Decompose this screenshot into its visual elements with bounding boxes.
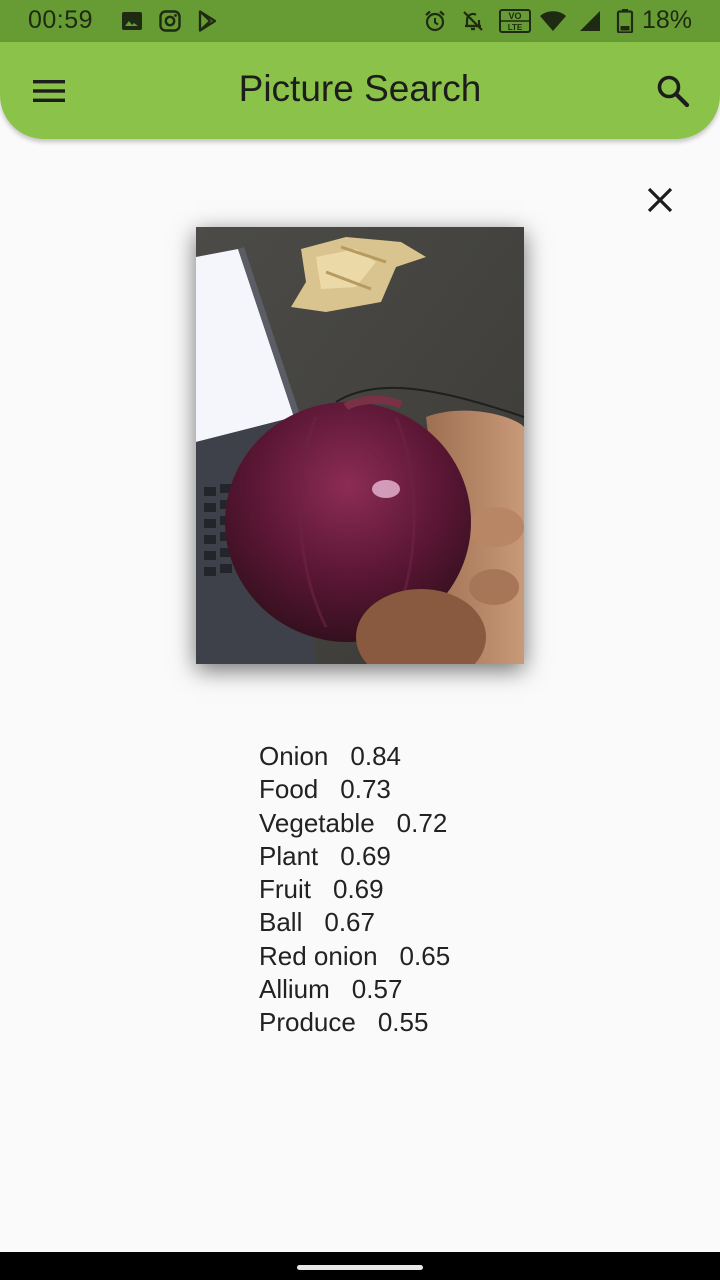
list-item: Vegetable 0.72 bbox=[259, 807, 450, 840]
list-item: Plant 0.69 bbox=[259, 840, 450, 873]
label-score: 0.65 bbox=[399, 940, 451, 971]
home-gesture-handle[interactable] bbox=[297, 1265, 423, 1270]
label-score: 0.69 bbox=[340, 840, 391, 871]
search-photo bbox=[196, 227, 524, 664]
label-name: Ball bbox=[259, 907, 303, 938]
search-button[interactable] bbox=[646, 64, 700, 118]
list-item: Produce 0.55 bbox=[259, 1006, 450, 1039]
label-score: 0.57 bbox=[351, 974, 403, 1005]
image-icon bbox=[122, 12, 142, 30]
label-score: 0.72 bbox=[396, 807, 448, 838]
label-score: 0.73 bbox=[340, 774, 391, 805]
volte-bottom-text: LTE bbox=[508, 23, 523, 32]
onion-photo-image bbox=[196, 227, 524, 664]
status-time: 00:59 bbox=[28, 6, 94, 34]
results-list: Onion 0.84 Food 0.73 Vegetable 0.72 Plant 0.… bbox=[259, 740, 450, 1040]
list-item: Ball 0.67 bbox=[259, 906, 450, 939]
label-name: Fruit bbox=[259, 874, 311, 905]
label-name: Plant bbox=[259, 840, 319, 871]
close-button[interactable] bbox=[634, 174, 686, 226]
label-score: 0.69 bbox=[333, 874, 384, 905]
label-score: 0.55 bbox=[377, 1007, 429, 1038]
notifications-off-icon bbox=[463, 11, 483, 31]
search-icon bbox=[657, 75, 690, 108]
label-name: Red onion bbox=[259, 940, 378, 971]
app-bar: Picture Search bbox=[0, 42, 720, 139]
list-item: Fruit 0.69 bbox=[259, 873, 450, 906]
label-score: 0.84 bbox=[350, 741, 401, 771]
screen: 00:59 VO LTE 18% Picture Search Onion 0.… bbox=[0, 0, 720, 1280]
label-score: 0.67 bbox=[324, 907, 375, 938]
label-name: Vegetable bbox=[259, 807, 375, 838]
battery-icon bbox=[616, 9, 634, 33]
list-item: Red onion 0.65 bbox=[259, 940, 450, 973]
list-item: Food 0.73 bbox=[259, 773, 450, 806]
close-icon bbox=[647, 187, 673, 213]
volte-top-text: VO bbox=[508, 11, 521, 21]
label-name: Allium bbox=[259, 974, 330, 1005]
play-store-icon bbox=[198, 10, 217, 32]
volte-icon: VO LTE bbox=[499, 9, 531, 33]
label-name: Food bbox=[259, 774, 319, 805]
alarm-icon bbox=[425, 10, 445, 32]
label-name: Produce bbox=[259, 1007, 356, 1038]
wifi-icon bbox=[540, 11, 566, 31]
system-nav-bar bbox=[0, 1252, 720, 1280]
signal-icon bbox=[580, 11, 600, 31]
page-title: Picture Search bbox=[238, 68, 482, 109]
battery-percent: 18% bbox=[641, 6, 692, 34]
list-item: Onion 0.84 bbox=[259, 740, 450, 773]
status-bar: 00:59 VO LTE 18% bbox=[0, 0, 720, 42]
label-name: Onion bbox=[259, 741, 329, 771]
list-item: Allium 0.57 bbox=[259, 973, 450, 1006]
instagram-icon bbox=[159, 10, 181, 32]
